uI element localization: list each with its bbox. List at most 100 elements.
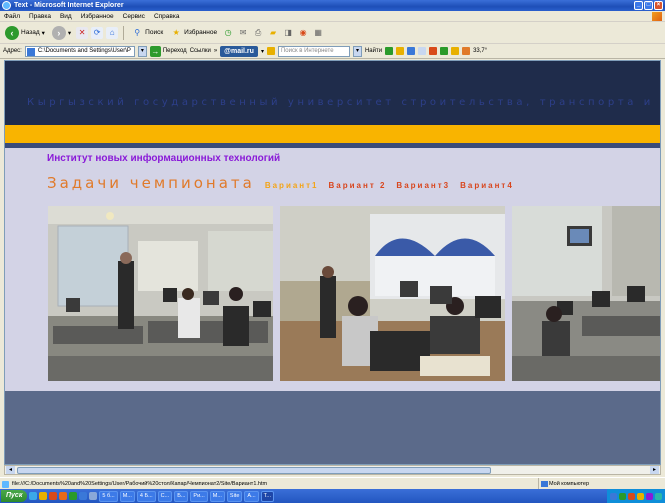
search-icon: ⚲	[134, 28, 141, 37]
mail-icon[interactable]: ✉	[237, 27, 249, 39]
taskbar-item[interactable]: А...	[244, 490, 259, 502]
footer-band	[5, 391, 660, 464]
favorites-button[interactable]: ★ Избранное	[168, 25, 219, 41]
taskbar-item[interactable]: М...	[209, 490, 225, 502]
menu-help[interactable]: Справка	[154, 13, 180, 20]
taskbar-item[interactable]: Б...	[174, 490, 189, 502]
web-search-input[interactable]: Поиск в Интернете	[277, 45, 350, 57]
menu-file[interactable]: Файл	[4, 13, 20, 20]
discuss-icon[interactable]: ◨	[282, 27, 294, 39]
quicklaunch-ie-icon[interactable]	[29, 492, 38, 500]
pencil-icon[interactable]	[396, 47, 405, 55]
print-icon[interactable]: ⎙	[252, 27, 264, 39]
taskbar-item[interactable]: 4 Б...	[136, 490, 156, 502]
variant-1-link[interactable]: Вариант1	[265, 181, 319, 190]
find-button[interactable]: Найти	[365, 48, 382, 54]
scroll-right-icon[interactable]: ▸	[650, 466, 659, 474]
home-icon[interactable]: ⌂	[106, 26, 119, 39]
tray-alert-icon[interactable]	[628, 492, 635, 500]
bar-icon[interactable]	[385, 47, 394, 55]
research-icon[interactable]: ▦	[312, 27, 324, 39]
quicklaunch-app-icon[interactable]	[59, 492, 68, 500]
page-icon	[26, 47, 35, 56]
maximize-button[interactable]: □	[644, 1, 653, 10]
quicklaunch-desktop-icon[interactable]	[69, 492, 78, 500]
address-value: C:\Documents and Settings\User\P	[37, 47, 131, 54]
weather-temp: 33,7°	[473, 48, 488, 54]
start-button[interactable]: Пуск	[1, 490, 28, 502]
menu-bar: Файл Правка Вид Избранное Сервис Справка	[0, 11, 665, 22]
tasks-title: Задачи чемпионата	[47, 174, 255, 192]
search-button[interactable]: ⚲ Поиск	[129, 25, 165, 41]
address-input[interactable]: C:\Documents and Settings\User\P	[24, 45, 135, 57]
taskbar-item[interactable]: Ри...	[190, 490, 208, 502]
minimize-button[interactable]: _	[634, 1, 643, 10]
quicklaunch-word-icon[interactable]	[79, 492, 88, 500]
mailru-logo[interactable]: @mail.ru	[220, 45, 258, 57]
back-label: Назад	[21, 29, 40, 36]
university-title: Кыргызский государственный университет с…	[27, 97, 660, 108]
forward-button[interactable]: › ▾	[50, 25, 73, 41]
browser-window: Text - Microsoft Internet Explorer _ □ ×…	[0, 0, 665, 503]
horizontal-scrollbar[interactable]: ◂ ▸	[4, 465, 661, 475]
address-dropdown[interactable]: ▾	[137, 45, 147, 57]
toolbar-separator	[123, 25, 125, 40]
tray-volume-icon[interactable]	[655, 492, 662, 500]
variant-3-link[interactable]: Вариант3	[396, 181, 450, 190]
go-label: Переход	[162, 48, 187, 54]
menu-tools[interactable]: Сервис	[123, 13, 145, 20]
menu-favorites[interactable]: Избранное	[81, 13, 114, 20]
tray-network-icon[interactable]	[610, 492, 617, 500]
chevron-down-icon[interactable]: ▾	[261, 48, 264, 55]
refresh-icon[interactable]: ⟳	[91, 26, 104, 39]
taskbar-item-active[interactable]: Т...	[260, 490, 275, 502]
folder-icon[interactable]: ▰	[267, 27, 279, 39]
taskbar-item[interactable]: М...	[119, 490, 135, 502]
quicklaunch-folder-icon[interactable]	[39, 492, 48, 500]
close-button[interactable]: ×	[654, 1, 663, 10]
tray-app-icon[interactable]	[637, 492, 644, 500]
classroom-photo-1	[48, 206, 273, 381]
globe-icon[interactable]	[407, 47, 416, 55]
search-dropdown[interactable]: ▾	[352, 45, 362, 57]
security-zone: Мой компьютер	[538, 478, 665, 489]
window-controls: _ □ ×	[634, 1, 663, 10]
taskbar-item[interactable]: С...	[157, 490, 173, 502]
variant-4-link[interactable]: Вариант4	[460, 181, 514, 190]
quicklaunch-media-icon[interactable]	[49, 492, 58, 500]
search-label: Поиск	[145, 29, 164, 36]
institute-title: Институт новых информационных технологий	[47, 153, 281, 164]
taskbar: Пуск 5 б... М... 4 Б... С... Б... Ри... …	[0, 489, 665, 503]
computer-icon	[541, 481, 548, 487]
classroom-photo-3	[512, 206, 660, 381]
tray-misc-icon[interactable]	[646, 492, 653, 500]
calendar-icon[interactable]	[440, 47, 449, 55]
chevron-right-icon[interactable]: »	[214, 48, 217, 54]
zone-label: Мой компьютер	[549, 481, 590, 487]
links-label[interactable]: Ссылки	[190, 48, 211, 54]
window-icon[interactable]	[418, 47, 427, 55]
menu-view[interactable]: Вид	[60, 13, 72, 20]
tray-antivirus-icon[interactable]	[619, 492, 626, 500]
quicklaunch-misc-icon[interactable]	[89, 492, 98, 500]
photo-strip	[48, 206, 660, 381]
messenger-icon[interactable]: ◉	[297, 27, 309, 39]
back-button[interactable]: ‹ Назад ▾	[3, 25, 47, 41]
system-tray	[607, 489, 665, 503]
windows-flag-icon	[652, 12, 662, 21]
menu-edit[interactable]: Правка	[29, 13, 51, 20]
scroll-thumb[interactable]	[17, 467, 491, 474]
stop-icon[interactable]: ✕	[76, 26, 89, 39]
scroll-left-icon[interactable]: ◂	[6, 466, 15, 474]
status-url: file:///C:/Documents%20and%20Settings/Us…	[12, 481, 268, 487]
favorites-label: Избранное	[184, 29, 218, 36]
variant-2-link[interactable]: Вариант 2	[329, 181, 387, 190]
taskbar-item[interactable]: 5 б...	[99, 490, 118, 502]
mail-icon[interactable]	[462, 47, 471, 55]
taskbar-item[interactable]: Site	[226, 490, 243, 502]
history-icon[interactable]: ◷	[222, 27, 234, 39]
note-icon[interactable]	[451, 47, 460, 55]
go-arrow-icon: →	[149, 45, 161, 57]
go-button[interactable]: → Переход	[149, 45, 187, 57]
alert-icon[interactable]	[429, 47, 438, 55]
